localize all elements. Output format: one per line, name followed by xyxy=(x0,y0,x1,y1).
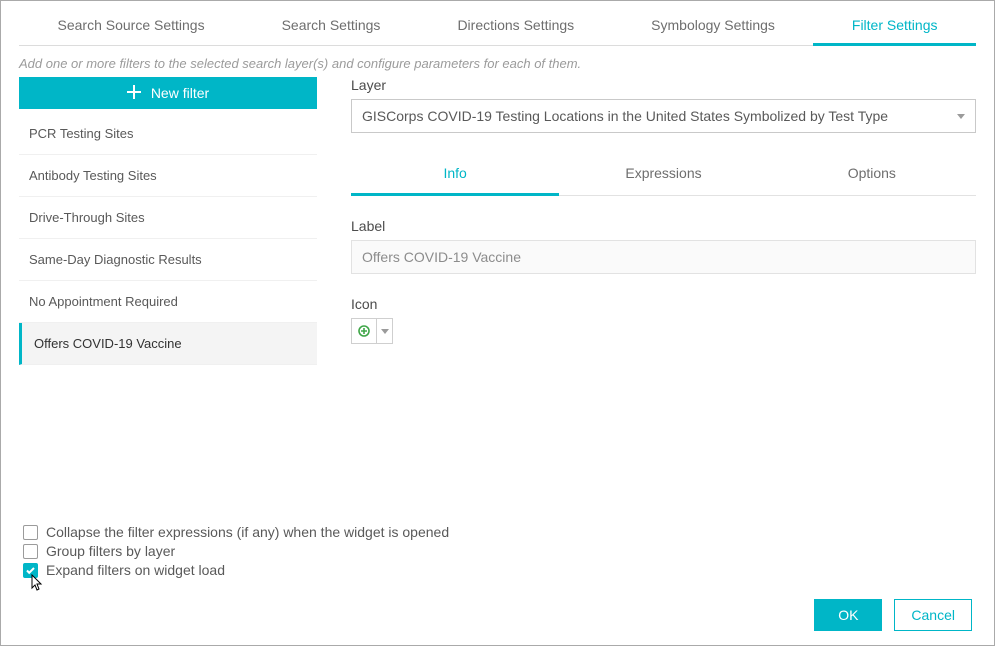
icon-picker[interactable] xyxy=(351,318,393,344)
cancel-button[interactable]: Cancel xyxy=(894,599,972,631)
icon-field-label: Icon xyxy=(351,296,976,312)
chevron-down-icon xyxy=(957,114,965,119)
filter-list: PCR Testing Sites Antibody Testing Sites… xyxy=(19,113,317,365)
subtab-options[interactable]: Options xyxy=(768,155,976,195)
tab-directions-settings[interactable]: Directions Settings xyxy=(419,7,613,45)
filter-item-same-day[interactable]: Same-Day Diagnostic Results xyxy=(19,239,317,281)
icon-block: Icon xyxy=(351,296,976,344)
bottom-checkboxes: Collapse the filter expressions (if any)… xyxy=(23,521,449,581)
label-field-label: Label xyxy=(351,218,976,234)
checkbox-label: Expand filters on widget load xyxy=(46,562,225,578)
label-block: Label xyxy=(351,218,976,274)
right-column: Layer GISCorps COVID-19 Testing Location… xyxy=(351,77,976,365)
layer-label: Layer xyxy=(351,77,976,93)
subtab-expressions[interactable]: Expressions xyxy=(559,155,767,195)
hint-text: Add one or more filters to the selected … xyxy=(19,46,976,77)
footer-buttons: OK Cancel xyxy=(814,599,972,631)
checkbox-label: Group filters by layer xyxy=(46,543,175,559)
filter-item-pcr[interactable]: PCR Testing Sites xyxy=(19,113,317,155)
label-input[interactable] xyxy=(351,240,976,274)
subtab-info[interactable]: Info xyxy=(351,155,559,196)
sub-tabs: Info Expressions Options xyxy=(351,155,976,196)
filter-item-drive-through[interactable]: Drive-Through Sites xyxy=(19,197,317,239)
filter-item-vaccine[interactable]: Offers COVID-19 Vaccine xyxy=(19,323,317,365)
checkbox-expand[interactable]: Expand filters on widget load xyxy=(23,562,449,578)
plus-circle-icon xyxy=(352,325,376,337)
layer-select[interactable]: GISCorps COVID-19 Testing Locations in t… xyxy=(351,99,976,133)
dialog-frame: Search Source Settings Search Settings D… xyxy=(0,0,995,646)
checkbox-label: Collapse the filter expressions (if any)… xyxy=(46,524,449,540)
tab-search-settings[interactable]: Search Settings xyxy=(243,7,419,45)
chevron-down-icon xyxy=(376,319,392,343)
plus-icon xyxy=(127,85,141,102)
checkbox-group[interactable]: Group filters by layer xyxy=(23,543,449,559)
tab-symbology-settings[interactable]: Symbology Settings xyxy=(613,7,814,45)
checkbox-collapse[interactable]: Collapse the filter expressions (if any)… xyxy=(23,524,449,540)
checkbox-box xyxy=(23,563,38,578)
checkbox-box xyxy=(23,544,38,559)
layer-select-value: GISCorps COVID-19 Testing Locations in t… xyxy=(362,108,888,124)
new-filter-button[interactable]: New filter xyxy=(19,77,317,109)
filter-item-no-appointment[interactable]: No Appointment Required xyxy=(19,281,317,323)
content-columns: New filter PCR Testing Sites Antibody Te… xyxy=(19,77,976,365)
tab-filter-settings[interactable]: Filter Settings xyxy=(813,7,976,46)
filter-item-antibody[interactable]: Antibody Testing Sites xyxy=(19,155,317,197)
ok-button[interactable]: OK xyxy=(814,599,882,631)
tab-search-source-settings[interactable]: Search Source Settings xyxy=(19,7,243,45)
left-column: New filter PCR Testing Sites Antibody Te… xyxy=(19,77,317,365)
new-filter-label: New filter xyxy=(151,85,209,101)
checkbox-box xyxy=(23,525,38,540)
top-tabs: Search Source Settings Search Settings D… xyxy=(19,7,976,46)
